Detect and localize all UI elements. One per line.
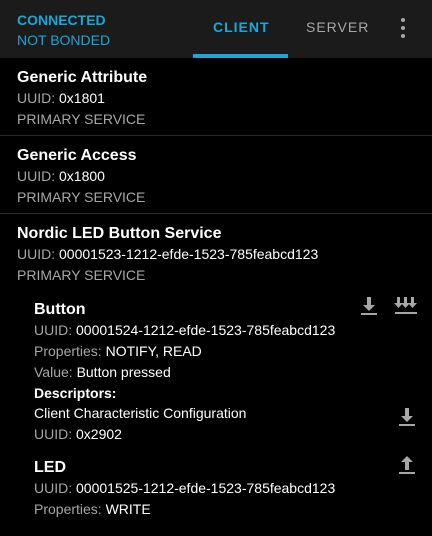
connection-state-label: CONNECTED (17, 12, 106, 28)
divider (0, 135, 432, 136)
write-icon[interactable] (395, 452, 419, 476)
descriptors-heading: Descriptors: (34, 385, 117, 401)
service-type: PRIMARY SERVICE (17, 189, 146, 205)
characteristic-properties: Properties: NOTIFY, READ (34, 343, 202, 359)
service-type: PRIMARY SERVICE (17, 111, 146, 127)
characteristic-name: Button (34, 301, 86, 318)
descriptor-read-icon[interactable] (395, 404, 419, 428)
descriptor-name: Client Characteristic Configuration (34, 405, 247, 421)
connection-status: CONNECTED NOT BONDED (17, 10, 110, 50)
service-name: Generic Access (17, 147, 137, 164)
read-icon[interactable] (357, 293, 381, 317)
characteristic-properties: Properties: WRITE (34, 501, 151, 517)
top-app-bar: CONNECTED NOT BONDED CLIENT SERVER (0, 0, 432, 58)
service-uuid: UUID: 0x1801 (17, 90, 105, 106)
service-name: Generic Attribute (17, 69, 148, 86)
tab-server[interactable]: SERVER (306, 19, 369, 35)
divider (0, 213, 432, 214)
characteristic-uuid: UUID: 00001525-1212-efde-1523-785feabcd1… (34, 480, 336, 496)
service-type: PRIMARY SERVICE (17, 267, 146, 283)
descriptor-uuid: UUID: 0x2902 (34, 426, 122, 442)
more-vert-icon[interactable] (393, 16, 413, 40)
service-generic-access[interactable]: Generic Access UUID: 0x1800 PRIMARY SERV… (17, 146, 145, 208)
notify-icon[interactable] (394, 293, 418, 317)
service-name: Nordic LED Button Service (17, 225, 222, 242)
tab-client[interactable]: CLIENT (213, 19, 270, 35)
service-uuid: UUID: 0x1800 (17, 168, 105, 184)
service-uuid: UUID: 00001523-1212-efde-1523-785feabcd1… (17, 246, 319, 262)
characteristic-value: Value: Button pressed (34, 364, 171, 380)
service-nordic-led-button[interactable]: Nordic LED Button Service UUID: 00001523… (17, 224, 318, 286)
characteristic-led[interactable]: LED UUID: 00001525-1212-efde-1523-785fea… (34, 458, 335, 520)
characteristic-name: LED (34, 459, 66, 476)
selected-tab-indicator (193, 54, 288, 58)
characteristic-button[interactable]: Button UUID: 00001524-1212-efde-1523-785… (34, 300, 335, 445)
bond-state-label: NOT BONDED (17, 32, 111, 48)
characteristic-uuid: UUID: 00001524-1212-efde-1523-785feabcd1… (34, 322, 336, 338)
service-generic-attribute[interactable]: Generic Attribute UUID: 0x1801 PRIMARY S… (17, 68, 147, 130)
